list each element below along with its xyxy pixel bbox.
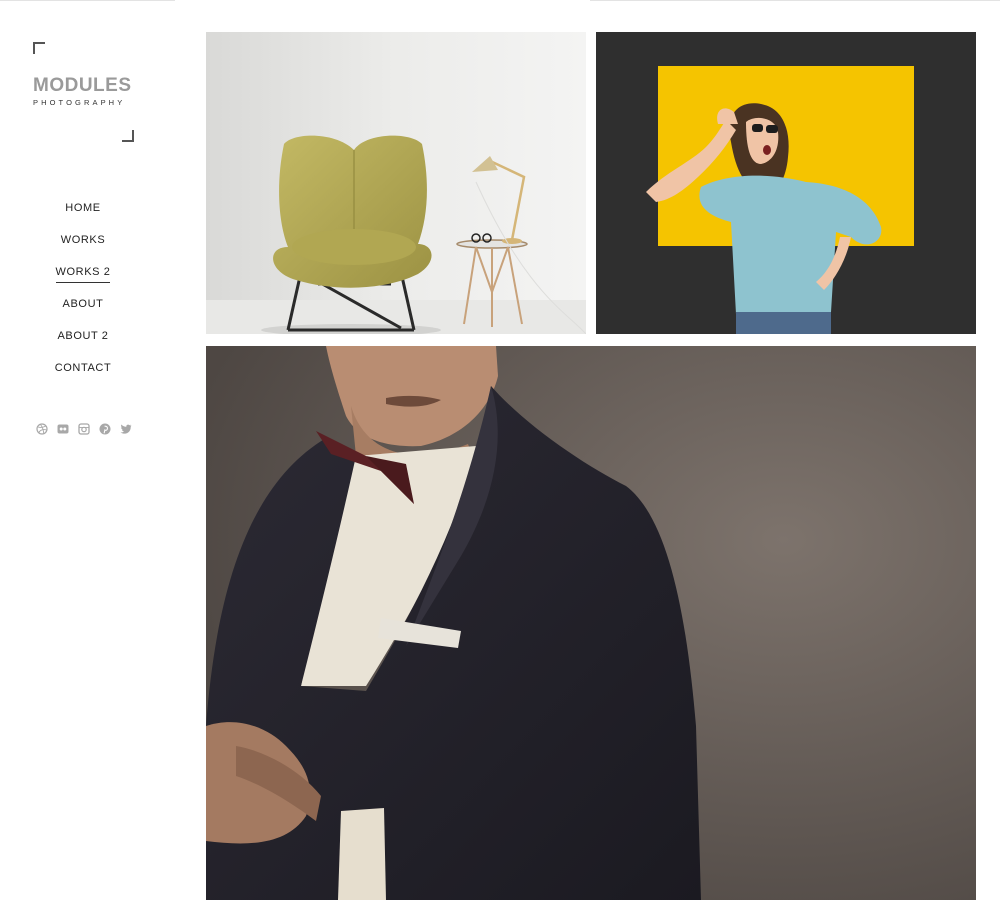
nav-item-contact: CONTACT <box>0 358 166 390</box>
instagram-icon[interactable] <box>77 422 90 435</box>
nav-link-home[interactable]: HOME <box>65 200 100 218</box>
logo-name: MODULES <box>33 75 132 96</box>
gallery-photo-tuxedo[interactable] <box>206 346 976 900</box>
social-links <box>35 422 132 435</box>
nav-link-about-2[interactable]: ABOUT 2 <box>57 328 108 346</box>
logo-tagline: PHOTOGRAPHY <box>33 98 126 107</box>
dribbble-icon[interactable] <box>35 422 48 435</box>
gallery-photo-woman[interactable] <box>596 32 976 334</box>
pinterest-icon[interactable] <box>98 422 111 435</box>
nav-link-contact[interactable]: CONTACT <box>55 360 112 378</box>
sidebar: MODULES PHOTOGRAPHY HOME WORKS WORKS 2 A… <box>0 0 166 900</box>
site-logo[interactable]: MODULES PHOTOGRAPHY <box>33 42 134 142</box>
logo-corner-bottom-right <box>122 130 134 142</box>
nav-item-works: WORKS <box>0 230 166 262</box>
logo-corner-top-left <box>33 42 45 54</box>
nav-link-about[interactable]: ABOUT <box>63 296 104 314</box>
gallery-photo-chair[interactable] <box>206 32 586 334</box>
nav-item-works-2: WORKS 2 <box>0 262 166 294</box>
top-border-right <box>590 0 1000 1</box>
flickr-icon[interactable] <box>56 422 69 435</box>
nav-item-about: ABOUT <box>0 294 166 326</box>
nav-item-home: HOME <box>0 198 166 230</box>
twitter-icon[interactable] <box>119 422 132 435</box>
nav-link-works[interactable]: WORKS <box>61 232 106 250</box>
main-nav: HOME WORKS WORKS 2 ABOUT ABOUT 2 CONTACT <box>0 198 166 390</box>
nav-link-works-2[interactable]: WORKS 2 <box>55 264 111 283</box>
nav-item-about-2: ABOUT 2 <box>0 326 166 358</box>
